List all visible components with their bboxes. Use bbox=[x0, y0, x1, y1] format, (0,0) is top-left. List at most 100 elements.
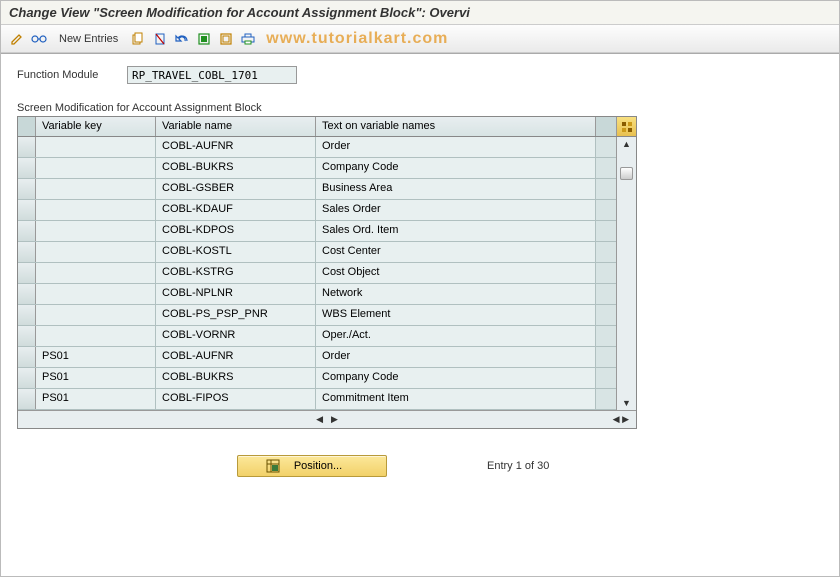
scroll-left-icon[interactable]: ◀ bbox=[313, 414, 326, 425]
cell-variable-name[interactable]: COBL-NPLNR bbox=[156, 284, 316, 304]
cell-variable-key[interactable] bbox=[36, 263, 156, 283]
cell-variable-name[interactable]: COBL-BUKRS bbox=[156, 158, 316, 178]
cell-variable-name[interactable]: COBL-PS_PSP_PNR bbox=[156, 305, 316, 325]
cell-variable-name[interactable]: COBL-GSBER bbox=[156, 179, 316, 199]
cell-text[interactable]: Oper./Act. bbox=[316, 326, 596, 346]
row-selector[interactable] bbox=[18, 179, 36, 199]
scroll-down-icon[interactable]: ▼ bbox=[622, 398, 631, 408]
cell-variable-key[interactable]: PS01 bbox=[36, 347, 156, 367]
print-icon[interactable] bbox=[238, 29, 258, 49]
table-row[interactable]: COBL-KOSTLCost Center bbox=[18, 242, 636, 263]
cell-variable-name[interactable]: COBL-KDPOS bbox=[156, 221, 316, 241]
cell-text[interactable]: Company Code bbox=[316, 368, 596, 388]
cell-variable-key[interactable] bbox=[36, 221, 156, 241]
table-row[interactable]: COBL-VORNROper./Act. bbox=[18, 326, 636, 347]
entry-counter: Entry 1 of 30 bbox=[487, 460, 549, 472]
watermark-text: www.tutorialkart.com bbox=[266, 30, 448, 48]
horizontal-scrollbar[interactable]: ◀ ▶ ◀ ▶ bbox=[18, 410, 636, 428]
scroll-thumb[interactable] bbox=[620, 167, 633, 180]
scroll-right-step-icon[interactable]: ▶ bbox=[328, 414, 341, 425]
footer-row: Position... Entry 1 of 30 bbox=[17, 455, 823, 477]
table-row[interactable]: PS01COBL-AUFNROrder bbox=[18, 347, 636, 368]
cell-text[interactable]: Business Area bbox=[316, 179, 596, 199]
select-all-column[interactable] bbox=[18, 117, 36, 136]
col-variable-key[interactable]: Variable key bbox=[36, 117, 156, 136]
table-row[interactable]: PS01COBL-BUKRSCompany Code bbox=[18, 368, 636, 389]
cell-text[interactable]: Cost Object bbox=[316, 263, 596, 283]
content-area: Function Module Screen Modification for … bbox=[1, 54, 839, 489]
cell-variable-key[interactable]: PS01 bbox=[36, 368, 156, 388]
change-icon[interactable] bbox=[7, 29, 27, 49]
grid-header: Variable key Variable name Text on varia… bbox=[18, 117, 636, 137]
table-row[interactable]: COBL-GSBERBusiness Area bbox=[18, 179, 636, 200]
cell-variable-name[interactable]: COBL-AUFNR bbox=[156, 137, 316, 157]
col-variable-name[interactable]: Variable name bbox=[156, 117, 316, 136]
row-selector[interactable] bbox=[18, 263, 36, 283]
table-row[interactable]: COBL-AUFNROrder bbox=[18, 137, 636, 158]
window-title: Change View "Screen Modification for Acc… bbox=[1, 1, 839, 25]
row-selector[interactable] bbox=[18, 242, 36, 262]
cell-variable-key[interactable] bbox=[36, 137, 156, 157]
table-row[interactable]: COBL-NPLNRNetwork bbox=[18, 284, 636, 305]
row-selector[interactable] bbox=[18, 305, 36, 325]
select-all-icon[interactable] bbox=[194, 29, 214, 49]
row-selector[interactable] bbox=[18, 347, 36, 367]
row-selector[interactable] bbox=[18, 158, 36, 178]
undo-icon[interactable] bbox=[172, 29, 192, 49]
row-selector[interactable] bbox=[18, 137, 36, 157]
vertical-scrollbar[interactable]: ▲ ▼ bbox=[616, 137, 636, 410]
function-module-input[interactable] bbox=[127, 66, 297, 84]
table-row[interactable]: COBL-KDAUFSales Order bbox=[18, 200, 636, 221]
cell-variable-key[interactable] bbox=[36, 305, 156, 325]
scroll-right-end-icon[interactable]: ◀ ▶ bbox=[610, 414, 632, 425]
cell-variable-name[interactable]: COBL-KOSTL bbox=[156, 242, 316, 262]
cell-text[interactable]: Commitment Item bbox=[316, 389, 596, 409]
cell-text[interactable]: Order bbox=[316, 347, 596, 367]
cell-variable-key[interactable] bbox=[36, 200, 156, 220]
cell-text[interactable]: Order bbox=[316, 137, 596, 157]
scroll-up-icon[interactable]: ▲ bbox=[622, 139, 631, 149]
cell-variable-name[interactable]: COBL-AUFNR bbox=[156, 347, 316, 367]
table-row[interactable]: COBL-KDPOSSales Ord. Item bbox=[18, 221, 636, 242]
function-module-label: Function Module bbox=[17, 69, 127, 81]
table-row[interactable]: COBL-PS_PSP_PNRWBS Element bbox=[18, 305, 636, 326]
glasses-icon[interactable] bbox=[29, 29, 49, 49]
cell-variable-name[interactable]: COBL-KDAUF bbox=[156, 200, 316, 220]
copy-icon[interactable] bbox=[128, 29, 148, 49]
data-grid: Variable key Variable name Text on varia… bbox=[17, 116, 637, 429]
deselect-all-icon[interactable] bbox=[216, 29, 236, 49]
cell-variable-key[interactable] bbox=[36, 179, 156, 199]
row-selector[interactable] bbox=[18, 284, 36, 304]
cell-variable-key[interactable] bbox=[36, 242, 156, 262]
grid-section-label: Screen Modification for Account Assignme… bbox=[17, 102, 823, 114]
cell-text[interactable]: Cost Center bbox=[316, 242, 596, 262]
cell-variable-key[interactable] bbox=[36, 158, 156, 178]
table-row[interactable]: COBL-BUKRSCompany Code bbox=[18, 158, 636, 179]
row-selector[interactable] bbox=[18, 200, 36, 220]
cell-variable-key[interactable] bbox=[36, 284, 156, 304]
row-selector[interactable] bbox=[18, 326, 36, 346]
new-entries-button[interactable]: New Entries bbox=[51, 31, 126, 47]
row-selector[interactable] bbox=[18, 368, 36, 388]
cell-variable-name[interactable]: COBL-KSTRG bbox=[156, 263, 316, 283]
col-text-on-variable[interactable]: Text on variable names bbox=[316, 117, 596, 136]
cell-text[interactable]: Network bbox=[316, 284, 596, 304]
row-selector[interactable] bbox=[18, 221, 36, 241]
cell-text[interactable]: Sales Ord. Item bbox=[316, 221, 596, 241]
row-selector[interactable] bbox=[18, 389, 36, 409]
app-toolbar: New Entries www.tutorialkart.com bbox=[1, 25, 839, 53]
cell-variable-name[interactable]: COBL-FIPOS bbox=[156, 389, 316, 409]
cell-variable-name[interactable]: COBL-VORNR bbox=[156, 326, 316, 346]
cell-text[interactable]: WBS Element bbox=[316, 305, 596, 325]
table-row[interactable]: PS01COBL-FIPOSCommitment Item bbox=[18, 389, 636, 410]
position-button[interactable]: Position... bbox=[237, 455, 387, 477]
table-row[interactable]: COBL-KSTRGCost Object bbox=[18, 263, 636, 284]
configure-columns-icon[interactable] bbox=[616, 117, 636, 136]
cell-text[interactable]: Sales Order bbox=[316, 200, 596, 220]
cell-variable-key[interactable]: PS01 bbox=[36, 389, 156, 409]
delete-icon[interactable] bbox=[150, 29, 170, 49]
cell-text[interactable]: Company Code bbox=[316, 158, 596, 178]
cell-variable-key[interactable] bbox=[36, 326, 156, 346]
position-icon bbox=[266, 459, 280, 473]
cell-variable-name[interactable]: COBL-BUKRS bbox=[156, 368, 316, 388]
